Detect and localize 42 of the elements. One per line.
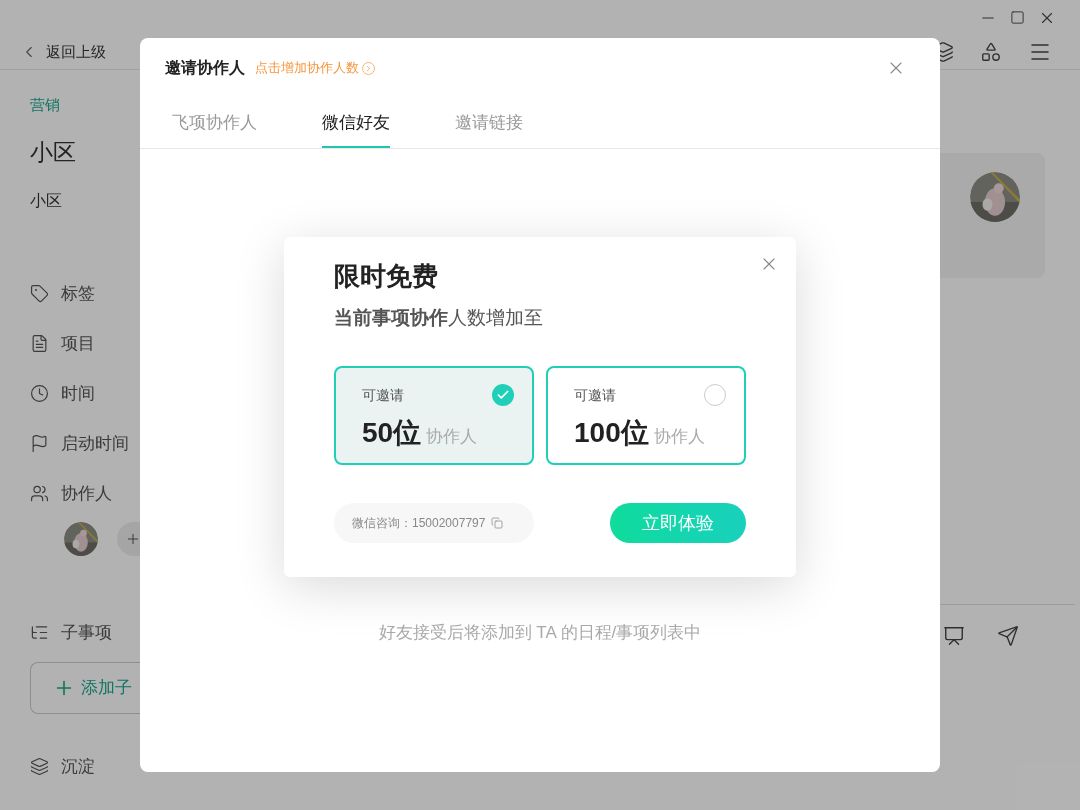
category-label: 营销 (30, 95, 61, 115)
people-icon (30, 484, 49, 503)
maximize-icon[interactable] (1010, 10, 1025, 25)
contact-text: 微信咨询：15002007797 (352, 515, 486, 532)
option-count: 100位 (574, 416, 649, 450)
layers-icon (30, 756, 49, 776)
back-button[interactable]: 返回上级 (20, 40, 106, 64)
clock-icon (30, 384, 49, 403)
promo-title: 限时免费 (334, 259, 439, 293)
deposit-label: 沉淀 (61, 755, 95, 778)
subtask-label: 子事项 (61, 622, 112, 644)
plus-icon (125, 531, 141, 547)
dialog-title: 邀请协作人 (165, 58, 245, 78)
document-icon (30, 334, 49, 353)
presentation-icon[interactable] (943, 625, 965, 647)
increase-collaborators-link[interactable]: 点击增加协作人数 (255, 58, 375, 78)
try-now-button[interactable]: 立即体验 (610, 503, 746, 543)
option-count: 50位 (362, 416, 422, 450)
tab[interactable]: 微信好友 (322, 110, 390, 148)
option-unit: 协作人 (653, 426, 705, 448)
tag-icon (30, 284, 49, 303)
send-icon[interactable] (997, 625, 1019, 647)
option-caption: 可邀请 (362, 385, 404, 405)
task-title: 小区 (30, 137, 77, 167)
field-label: 项目 (61, 333, 95, 355)
field-label: 启动时间 (61, 433, 129, 455)
grid-icon[interactable] (980, 41, 1002, 63)
tab[interactable]: 邀请链接 (455, 110, 523, 148)
promo-subtitle: 当前事项协作人数增加至 (334, 305, 544, 330)
field-label: 标签 (61, 283, 95, 305)
option-unit: 协作人 (426, 426, 478, 448)
tab[interactable]: 飞项协作人 (172, 110, 257, 148)
field-label: 协作人 (61, 483, 112, 505)
check-icon (492, 384, 514, 406)
flag-icon (30, 434, 49, 453)
add-collaborator-button[interactable] (117, 522, 140, 556)
task-description: 小区 (30, 191, 63, 211)
hint-text: 好友接受后将添加到 TA 的日程/事项列表中 (377, 621, 703, 644)
option-caption: 可邀请 (574, 385, 616, 405)
plan-option[interactable]: 可邀请 50位 协作人 (334, 366, 534, 465)
field-label: 时间 (61, 383, 95, 405)
plan-option[interactable]: 可邀请 100位 协作人 (546, 366, 746, 465)
